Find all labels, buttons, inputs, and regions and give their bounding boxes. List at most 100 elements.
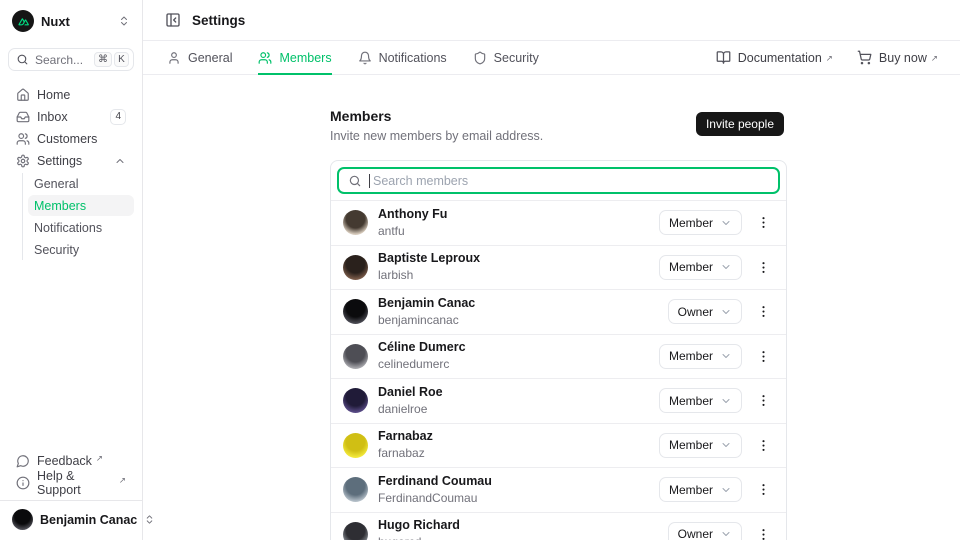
info-icon	[16, 476, 30, 490]
team-selector[interactable]: Nuxt	[8, 8, 134, 34]
members-search-input[interactable]: Search members	[337, 167, 780, 194]
member-menu-button[interactable]	[752, 210, 774, 235]
sidebar-footer: Feedback ↗ Help & Support ↗ Benjamin Can…	[8, 450, 134, 534]
member-role-select[interactable]: Member	[659, 477, 742, 502]
member-username: larbish	[378, 268, 480, 283]
ellipsis-vertical-icon	[756, 527, 771, 540]
member-menu-button[interactable]	[752, 433, 774, 458]
sidebar-nav: Home Inbox 4 Customers Settings Genera	[8, 84, 134, 261]
sidebar-item-security[interactable]: Security	[28, 239, 134, 260]
chat-bubble-icon	[16, 454, 30, 468]
tab-bar: General Members Notifications Security	[143, 41, 960, 75]
settings-sub-list: General Members Notifications Security	[22, 173, 134, 260]
sidebar-item-customers[interactable]: Customers	[8, 128, 134, 150]
shield-icon	[473, 51, 487, 65]
panel-left-close-icon[interactable]	[163, 10, 183, 30]
help-support-link[interactable]: Help & Support ↗	[8, 472, 134, 494]
external-link-icon: ↗	[119, 475, 126, 486]
member-row: Benjamin Canac benjamincanac Owner	[331, 289, 786, 334]
member-role-select[interactable]: Member	[659, 388, 742, 413]
member-username: danielroe	[378, 402, 443, 417]
ellipsis-vertical-icon	[756, 260, 771, 275]
member-row: Farnabaz farnabaz Member	[331, 423, 786, 468]
ellipsis-vertical-icon	[756, 349, 771, 364]
chevron-down-icon	[720, 484, 732, 496]
members-section: Members Invite new members by email addr…	[330, 108, 787, 540]
sidebar-item-home[interactable]: Home	[8, 84, 134, 106]
page-header: Settings	[143, 0, 960, 41]
member-row: Céline Dumerc celinedumerc Member	[331, 334, 786, 379]
member-username: benjamincanac	[378, 313, 475, 328]
chevron-down-icon	[720, 261, 732, 273]
sidebar-search-placeholder: Search...	[35, 53, 83, 67]
member-role-select[interactable]: Owner	[668, 522, 742, 540]
sidebar-item-settings[interactable]: Settings	[8, 150, 134, 172]
external-link-icon: ↗	[931, 53, 938, 64]
sidebar-search-input[interactable]: Search... ⌘ K	[8, 48, 134, 71]
chevron-down-icon	[720, 439, 732, 451]
invite-people-button[interactable]: Invite people	[696, 112, 784, 136]
member-avatar	[343, 344, 368, 369]
sidebar-item-notifications[interactable]: Notifications	[28, 217, 134, 238]
search-icon	[348, 174, 362, 188]
chevron-down-icon	[720, 217, 732, 229]
member-role-select[interactable]: Owner	[668, 299, 742, 324]
member-role-select[interactable]: Member	[659, 255, 742, 280]
shopping-cart-icon	[857, 50, 872, 65]
member-avatar	[343, 433, 368, 458]
user-name: Benjamin Canac	[40, 513, 137, 527]
sidebar-item-members[interactable]: Members	[28, 195, 134, 216]
ellipsis-vertical-icon	[756, 393, 771, 408]
member-menu-button[interactable]	[752, 388, 774, 413]
main-area: Settings General Members Notifications	[143, 0, 960, 540]
member-menu-button[interactable]	[752, 477, 774, 502]
ellipsis-vertical-icon	[756, 482, 771, 497]
tab-general[interactable]: General	[167, 41, 232, 74]
search-icon	[16, 53, 29, 66]
sidebar-item-label: Inbox	[37, 110, 68, 124]
tab-notifications[interactable]: Notifications	[358, 41, 447, 74]
member-menu-button[interactable]	[752, 344, 774, 369]
chevron-down-icon	[720, 350, 732, 362]
member-username: hugorcd	[378, 535, 460, 540]
member-role-select[interactable]: Member	[659, 344, 742, 369]
member-name: Hugo Richard	[378, 518, 460, 534]
member-row: Baptiste Leproux larbish Member	[331, 245, 786, 290]
member-username: celinedumerc	[378, 357, 466, 372]
chevron-down-icon	[720, 306, 732, 318]
chevron-down-icon	[720, 395, 732, 407]
sidebar-item-inbox[interactable]: Inbox 4	[8, 106, 134, 128]
user-menu[interactable]: Benjamin Canac	[0, 500, 142, 534]
external-link-icon: ↗	[826, 53, 833, 64]
member-name: Baptiste Leproux	[378, 251, 480, 267]
member-menu-button[interactable]	[752, 299, 774, 324]
tab-members[interactable]: Members	[258, 41, 331, 74]
sidebar-item-label: Home	[37, 88, 70, 102]
users-icon	[16, 132, 30, 146]
ellipsis-vertical-icon	[756, 438, 771, 453]
sidebar-item-label: Settings	[37, 154, 82, 168]
member-avatar	[343, 477, 368, 502]
chevron-up-icon	[114, 155, 126, 167]
nuxt-logo-icon	[12, 10, 34, 32]
members-search-placeholder: Search members	[373, 174, 468, 188]
sidebar-item-general[interactable]: General	[28, 173, 134, 194]
users-icon	[258, 51, 272, 65]
member-name: Daniel Roe	[378, 385, 443, 401]
member-menu-button[interactable]	[752, 522, 774, 540]
documentation-link[interactable]: Documentation ↗	[716, 50, 833, 65]
member-menu-button[interactable]	[752, 255, 774, 280]
member-username: farnabaz	[378, 446, 433, 461]
tab-security[interactable]: Security	[473, 41, 539, 74]
buy-now-link[interactable]: Buy now ↗	[857, 50, 938, 65]
sidebar-item-label: Customers	[37, 132, 97, 146]
gear-icon	[16, 154, 30, 168]
member-name: Farnabaz	[378, 429, 433, 445]
member-role-select[interactable]: Member	[659, 433, 742, 458]
member-row: Anthony Fu antfu Member	[331, 200, 786, 245]
ellipsis-vertical-icon	[756, 304, 771, 319]
member-avatar	[343, 522, 368, 540]
member-avatar	[343, 388, 368, 413]
external-link-icon: ↗	[96, 453, 103, 464]
member-role-select[interactable]: Member	[659, 210, 742, 235]
